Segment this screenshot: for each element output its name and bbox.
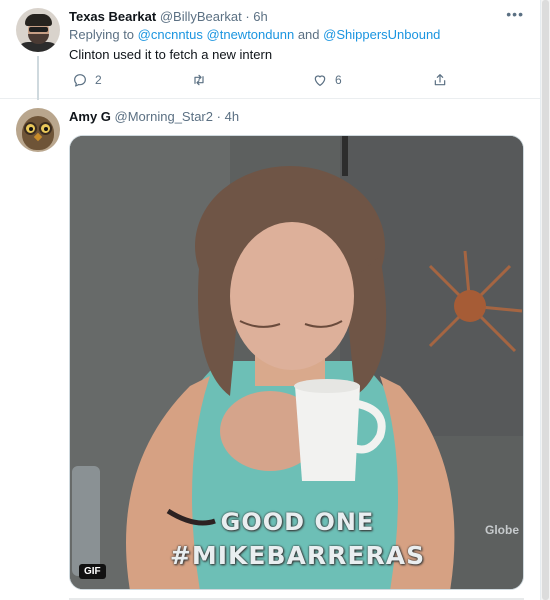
tweet-header: Amy G @Morning_Star2 · 4h [69,109,239,124]
display-name[interactable]: Amy G [69,109,111,124]
more-dots-icon[interactable]: ••• [506,6,524,22]
share-button[interactable] [432,70,448,90]
gif-watermark: Globe [484,523,519,537]
gif-media[interactable]: GOOD ONE #MIKEBARRERAS Globe GIF [69,135,524,590]
avatar[interactable] [16,108,60,152]
reply-icon [74,74,86,87]
user-handle[interactable]: @Morning_Star2 [115,109,213,124]
separator-dot: · [245,9,250,24]
reply-count: 2 [95,73,102,87]
timestamp[interactable]: 6h [253,9,267,24]
replying-to-label: Replying to [69,27,135,42]
share-icon [434,74,446,86]
timestamp[interactable]: 4h [225,109,239,124]
display-name[interactable]: Texas Bearkat [69,9,156,24]
heart-icon [314,75,326,86]
tweet-actions: 2 6 [64,70,464,90]
reply-button[interactable]: 2 [72,70,102,90]
separator-dot: · [216,109,221,124]
retweet-icon [194,74,204,86]
gif-caption-line-2: #MIKEBARRERAS [169,541,426,570]
tweet-header: Texas Bearkat @BillyBearkat · 6h [69,9,268,24]
mention-link[interactable]: @tnewtondunn [207,27,295,42]
tweet-text: Clinton used it to fetch a new intern [69,47,273,62]
like-button[interactable]: 6 [312,70,342,90]
gif-badge: GIF [79,564,106,579]
avatar[interactable] [16,8,60,52]
like-count: 6 [335,73,342,87]
timeline: Texas Bearkat @BillyBearkat · 6h ••• Rep… [0,0,541,600]
user-handle[interactable]: @BillyBearkat [160,9,242,24]
scrollbar-thumb[interactable] [542,0,549,600]
mention-link[interactable]: @ShippersUnbound [323,27,440,42]
tweet-texas-bearkat[interactable]: Texas Bearkat @BillyBearkat · 6h ••• Rep… [0,0,540,100]
mention-link[interactable]: @cncnntus [138,27,203,42]
thread-connector-line [37,56,39,100]
scrollbar[interactable] [541,0,550,600]
and-label: and [297,27,320,42]
replying-to-line: Replying to @cncnntus @tnewtondunn and @… [69,27,440,42]
retweet-button[interactable] [191,70,214,90]
gif-caption-line-1: GOOD ONE [220,508,375,536]
